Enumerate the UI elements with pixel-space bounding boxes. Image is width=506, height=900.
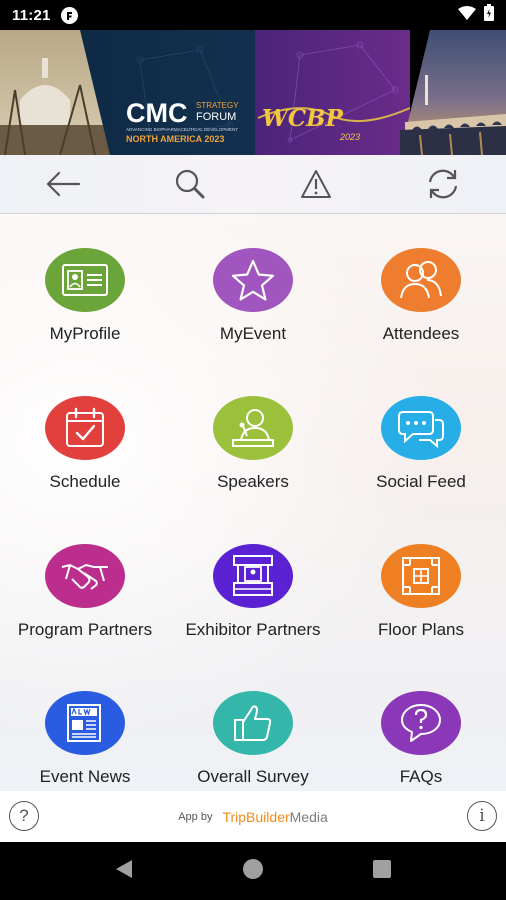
nav-home-button[interactable] xyxy=(241,857,265,886)
wifi-icon xyxy=(458,5,476,25)
profile-card-icon xyxy=(62,264,108,296)
calendar-check-icon xyxy=(66,407,104,447)
svg-text:FORUM: FORUM xyxy=(196,111,236,123)
tile-program-partners[interactable]: Program Partners xyxy=(1,510,169,640)
tile-circle xyxy=(213,544,293,608)
tile-label: Floor Plans xyxy=(378,620,464,639)
tile-label: Overall Survey xyxy=(197,767,309,786)
app-notification-icon xyxy=(60,6,78,24)
wcbp-logo-text: WCBP xyxy=(262,105,344,132)
tile-circle xyxy=(45,396,125,460)
tile-overall-survey[interactable]: Overall Survey xyxy=(169,657,337,787)
tile-label: Event News xyxy=(39,767,131,786)
tile-floor-plans[interactable]: Floor Plans xyxy=(337,510,505,640)
tile-circle xyxy=(381,396,461,460)
cmc-logo-text: CMC xyxy=(126,98,188,128)
tile-label: Speakers xyxy=(217,472,289,491)
status-time: 11:21 xyxy=(12,6,51,24)
tile-circle xyxy=(45,544,125,608)
thumbs-up-icon xyxy=(234,705,272,741)
tile-label: Program Partners xyxy=(17,620,153,639)
nav-back-button[interactable] xyxy=(114,858,134,885)
question-bubble-icon xyxy=(401,704,441,742)
event-banner: CMC STRATEGY FORUM ADVANCING BIOPHARMACE… xyxy=(0,30,506,155)
handshake-icon xyxy=(61,563,108,590)
tile-circle xyxy=(45,248,125,312)
tile-speakers[interactable]: Speakers xyxy=(169,362,337,492)
tile-circle xyxy=(45,691,125,755)
refresh-button[interactable] xyxy=(413,159,473,209)
tile-circle xyxy=(381,691,461,755)
tile-label: Schedule xyxy=(49,472,121,491)
tile-faqs[interactable]: FAQs xyxy=(337,657,505,787)
tile-label: MyProfile xyxy=(49,324,121,343)
back-button[interactable] xyxy=(33,159,93,209)
floor-plan-icon xyxy=(402,557,440,595)
system-nav-bar xyxy=(0,842,506,900)
home-circle-icon xyxy=(242,858,263,879)
tile-label: Exhibitor Partners xyxy=(185,620,321,639)
tile-circle xyxy=(213,248,293,312)
tile-label: Attendees xyxy=(382,324,460,343)
tile-circle xyxy=(213,691,293,755)
tile-circle xyxy=(213,396,293,460)
tile-circle xyxy=(381,544,461,608)
recents-square-icon xyxy=(373,859,392,878)
booth-icon xyxy=(233,555,273,596)
attendees-icon xyxy=(400,261,442,299)
speaker-podium-icon xyxy=(232,409,274,447)
svg-text:NORTH AMERICA 2023: NORTH AMERICA 2023 xyxy=(126,134,224,144)
alert-button[interactable] xyxy=(286,159,346,209)
newspaper-icon xyxy=(67,704,101,742)
battery-icon xyxy=(484,4,494,26)
help-button[interactable]: ? xyxy=(9,801,39,831)
question-icon: ? xyxy=(19,806,29,825)
warning-icon xyxy=(301,170,332,198)
tile-myevent[interactable]: MyEvent xyxy=(169,214,337,344)
tile-label: MyEvent xyxy=(219,324,287,343)
tripbuilder-logo: TripBuilderMedia xyxy=(222,808,328,825)
chat-bubbles-icon xyxy=(398,411,444,448)
status-bar: 11:21 xyxy=(0,0,506,30)
info-button[interactable]: i xyxy=(467,801,497,831)
search-icon xyxy=(175,169,205,199)
tile-label: FAQs xyxy=(399,767,443,786)
tile-attendees[interactable]: Attendees xyxy=(337,214,505,344)
svg-text:2023: 2023 xyxy=(339,132,360,142)
app-by-label: App by xyxy=(178,810,213,823)
tile-circle xyxy=(381,248,461,312)
tile-exhibitor-partners[interactable]: Exhibitor Partners xyxy=(169,510,337,640)
info-icon: i xyxy=(479,806,485,826)
star-icon xyxy=(231,259,275,301)
back-arrow-icon xyxy=(47,171,81,197)
nav-recents-button[interactable] xyxy=(372,859,392,884)
back-triangle-icon xyxy=(115,859,132,878)
svg-text:STRATEGY: STRATEGY xyxy=(196,101,239,110)
toolbar xyxy=(0,155,506,214)
svg-text:ADVANCING BIOPHARMACEUTICAL DE: ADVANCING BIOPHARMACEUTICAL DEVELOPMENT xyxy=(126,127,238,132)
tile-social-feed[interactable]: Social Feed xyxy=(337,362,505,492)
search-button[interactable] xyxy=(160,159,220,209)
tile-schedule[interactable]: Schedule xyxy=(1,362,169,492)
refresh-icon xyxy=(428,169,457,199)
footer: ? App by TripBuilderMedia i xyxy=(0,791,506,842)
tile-label: Social Feed xyxy=(376,472,466,491)
tile-event-news[interactable]: Event News xyxy=(1,657,169,787)
menu-grid: MyProfile MyEvent Attendees Schedule Spe… xyxy=(0,214,506,791)
tile-myprofile[interactable]: MyProfile xyxy=(1,214,169,344)
